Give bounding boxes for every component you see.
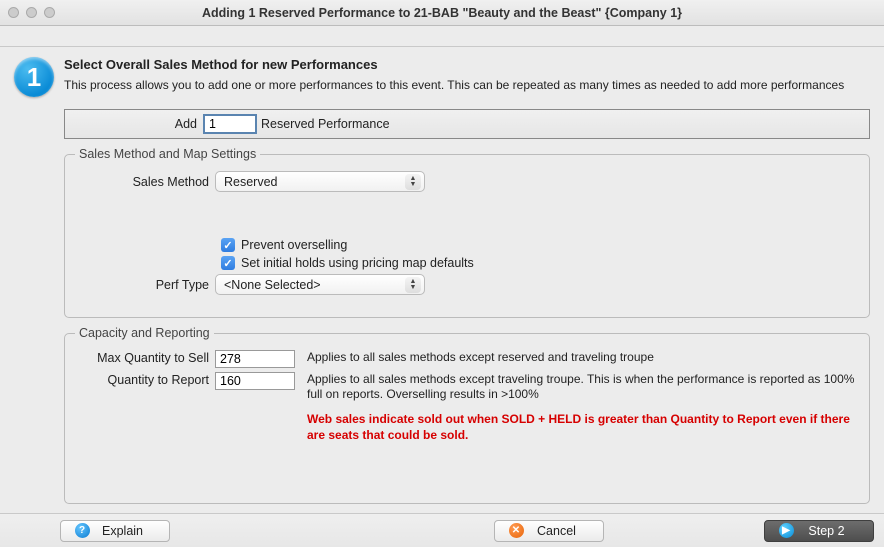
capacity-reporting-group: Capacity and Reporting Max Quantity to S… (64, 326, 870, 504)
quantity-report-label: Quantity to Report (75, 372, 209, 387)
prevent-overselling-label: Prevent overselling (241, 238, 347, 252)
add-performance-bar: Add Reserved Performance (64, 109, 870, 139)
sales-method-label: Sales Method (75, 175, 209, 189)
capacity-legend: Capacity and Reporting (75, 326, 214, 340)
explain-button-label: Explain (98, 524, 148, 538)
sales-method-group: Sales Method and Map Settings Sales Meth… (64, 147, 870, 318)
page-description: This process allows you to add one or mo… (64, 78, 844, 92)
perf-type-value: <None Selected> (224, 278, 321, 292)
sales-method-value: Reserved (224, 175, 278, 189)
add-suffix: Reserved Performance (257, 117, 390, 131)
set-initial-holds-label: Set initial holds using pricing map defa… (241, 256, 474, 270)
help-icon: ? (75, 523, 90, 538)
play-icon: ▶ (779, 523, 794, 538)
quantity-report-input[interactable] (215, 372, 295, 390)
cancel-icon: ✕ (509, 523, 524, 538)
window-title: Adding 1 Reserved Performance to 21-BAB … (0, 6, 884, 20)
step-2-button[interactable]: ▶ Step 2 (764, 520, 874, 542)
cancel-button[interactable]: ✕ Cancel (494, 520, 604, 542)
footer-bar: ? Explain ✕ Cancel ▶ Step 2 (0, 513, 884, 547)
sold-out-warning: Web sales indicate sold out when SOLD + … (307, 412, 859, 443)
cancel-button-label: Cancel (532, 524, 582, 538)
chevron-updown-icon: ▲▼ (405, 174, 421, 190)
add-label: Add (69, 117, 203, 131)
quantity-report-desc: Applies to all sales methods except trav… (307, 372, 859, 402)
prevent-overselling-checkbox[interactable]: ✓ (221, 238, 235, 252)
step-number-badge: 1 (14, 57, 54, 97)
max-quantity-label: Max Quantity to Sell (75, 350, 209, 365)
set-initial-holds-checkbox[interactable]: ✓ (221, 256, 235, 270)
explain-button[interactable]: ? Explain (60, 520, 170, 542)
sales-method-legend: Sales Method and Map Settings (75, 147, 260, 161)
page-title: Select Overall Sales Method for new Perf… (64, 57, 844, 72)
perf-type-select[interactable]: <None Selected> ▲▼ (215, 274, 425, 295)
sales-method-select[interactable]: Reserved ▲▼ (215, 171, 425, 192)
step-2-button-label: Step 2 (802, 524, 852, 538)
window-titlebar: Adding 1 Reserved Performance to 21-BAB … (0, 0, 884, 26)
perf-type-label: Perf Type (75, 278, 209, 292)
max-quantity-desc: Applies to all sales methods except rese… (307, 350, 859, 365)
chevron-updown-icon: ▲▼ (405, 277, 421, 293)
max-quantity-input[interactable] (215, 350, 295, 368)
add-quantity-input[interactable] (203, 114, 257, 134)
